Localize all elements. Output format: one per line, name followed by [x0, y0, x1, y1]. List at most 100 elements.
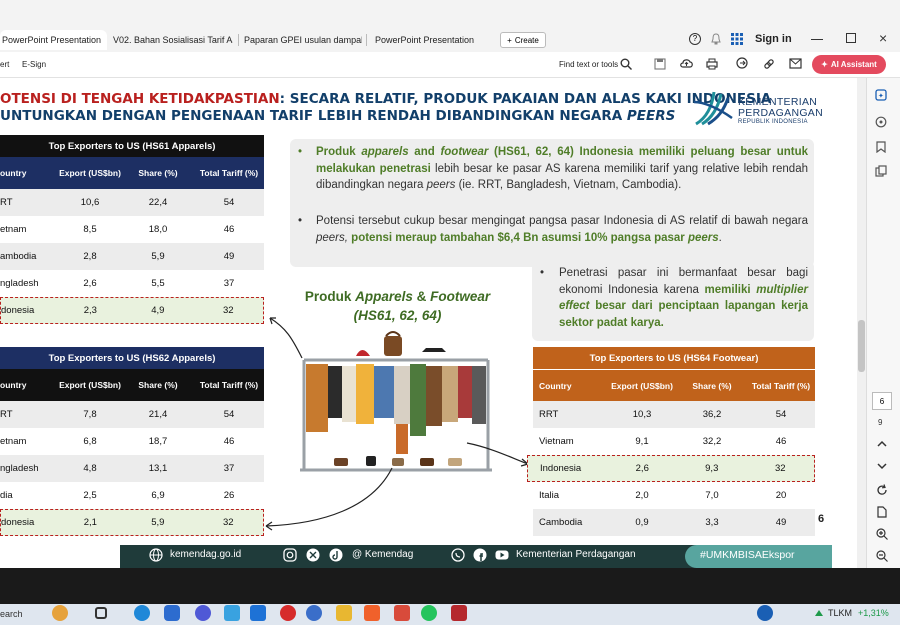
- app-icon[interactable]: [224, 605, 240, 621]
- table-row: ngladesh 4,8 13,1 37: [0, 455, 264, 482]
- col-tariff: Total Tariff (%): [199, 380, 259, 390]
- table-title: Top Exporters to US (HS64 Footwear): [533, 347, 815, 369]
- minimize-icon[interactable]: [811, 39, 823, 40]
- col-share: Share (%): [138, 380, 178, 390]
- table-title: Top Exporters to US (HS62 Apparels): [0, 347, 264, 369]
- bullet-3: • Penetrasi pasar ini bermanfaat besar b…: [540, 267, 808, 329]
- col-tariff: Total Tariff (%): [199, 168, 259, 178]
- cloud-upload-icon[interactable]: [680, 57, 693, 70]
- dropbox-icon[interactable]: [250, 605, 266, 621]
- mail-icon[interactable]: [789, 58, 802, 69]
- table-row: etnam 6,8 18,7 46: [0, 428, 264, 455]
- toolbar-insert-cut[interactable]: ert: [0, 60, 9, 69]
- search-mascot-icon: [52, 605, 68, 621]
- footer-hashtag: #UMKMBISAEkspor: [700, 549, 795, 561]
- tab-bahan-sosialisasi[interactable]: V02. Bahan Sosialisasi Tarif AS -...: [113, 30, 233, 50]
- refresh-icon[interactable]: [876, 484, 888, 496]
- footer-social-handle: @ Kemendag: [352, 549, 414, 560]
- zoom-out-icon[interactable]: [876, 550, 888, 562]
- ai-assistant-button[interactable]: ✦ AI Assistant: [812, 55, 886, 74]
- table-row: Vietnam 9,1 32,2 46: [533, 428, 815, 455]
- document-export-icon[interactable]: [876, 506, 888, 518]
- stock-up-arrow-icon: [815, 610, 823, 616]
- zoom-in-icon[interactable]: [876, 528, 888, 540]
- file-explorer-icon[interactable]: [336, 605, 352, 621]
- help-tray-icon[interactable]: [757, 605, 773, 621]
- table-row-highlight-indonesia: donesia 2,1 5,9 32: [0, 509, 264, 536]
- app-red-icon[interactable]: [451, 605, 467, 621]
- slide-title-line1: OTENSI DI TENGAH KETIDAKPASTIAN: SECARA …: [0, 91, 772, 107]
- table-title: Top Exporters to US (HS61 Apparels): [0, 135, 264, 157]
- facebook-icon: [473, 548, 487, 562]
- whatsapp-icon: [451, 548, 465, 562]
- task-view-icon[interactable]: [95, 607, 107, 619]
- link-icon[interactable]: [763, 58, 775, 70]
- slide-page: OTENSI DI TENGAH KETIDAKPASTIAN: SECARA …: [0, 78, 857, 568]
- help-icon[interactable]: ?: [689, 33, 701, 45]
- table-row: RT 7,8 21,4 54: [0, 401, 264, 428]
- kemendag-logo-text: KEMENTERIAN PERDAGANGAN REPUBLIK INDONES…: [738, 96, 823, 125]
- chevron-down-icon[interactable]: [876, 462, 888, 470]
- bullet-1: • Produk apparels and footwear (HS61, 62…: [298, 146, 808, 191]
- whatsapp-app-icon[interactable]: [421, 605, 437, 621]
- table-header-row: ountry Export (US$bn) Share (%) Total Ta…: [0, 369, 264, 401]
- save-icon[interactable]: [654, 58, 666, 70]
- opera-icon[interactable]: [280, 605, 296, 621]
- chevron-up-icon[interactable]: [876, 440, 888, 448]
- print-icon[interactable]: [706, 58, 718, 70]
- tab-paparan-gpei[interactable]: Paparan GPEI usulan dampak Tr...: [244, 30, 362, 50]
- bookmark-icon[interactable]: [875, 141, 887, 153]
- tab-powerpoint-presentation-active[interactable]: PowerPoint Presentation ×: [0, 30, 107, 50]
- footer-website: kemendag.go.id: [170, 549, 242, 560]
- ai-chat-icon[interactable]: ✦: [875, 89, 887, 101]
- table-row: RT 10,6 22,4 54: [0, 189, 264, 216]
- toolbar-esign[interactable]: E-Sign: [22, 60, 46, 69]
- tab-divider: [366, 34, 367, 46]
- chrome-profile-icon[interactable]: [195, 605, 211, 621]
- share-icon[interactable]: [736, 57, 749, 70]
- tab-label: V02. Bahan Sosialisasi Tarif AS -...: [113, 35, 233, 45]
- table-row: Cambodia 0,9 3,3 49: [533, 509, 815, 536]
- col-country: Country: [539, 380, 572, 391]
- create-button[interactable]: + Create: [500, 32, 546, 48]
- search-icon[interactable]: [620, 58, 632, 70]
- col-country: ountry: [0, 168, 27, 178]
- footer-ministry-name: Kementerian Perdagangan: [516, 549, 636, 560]
- table-row-highlight-indonesia: Indonesia 2,6 9,3 32: [527, 455, 815, 482]
- stock-ticker[interactable]: TLKM: [828, 608, 852, 618]
- table-hs62-apparels: Top Exporters to US (HS62 Apparels) ount…: [0, 347, 264, 536]
- edge-browser-icon[interactable]: [134, 605, 150, 621]
- page-number-input[interactable]: 6: [872, 392, 892, 410]
- col-export: Export (US$bn): [611, 380, 673, 391]
- tab-divider: [238, 34, 239, 46]
- scrollbar-thumb[interactable]: [858, 320, 865, 372]
- table-hs61-apparels: Top Exporters to US (HS61 Apparels) ount…: [0, 135, 264, 324]
- black-letterbox-band: [0, 568, 900, 604]
- pages-icon[interactable]: [875, 165, 887, 177]
- wps-office-icon[interactable]: [394, 605, 410, 621]
- table-row: ngladesh 2,6 5,5 37: [0, 270, 264, 297]
- col-tariff: Total Tariff (%): [751, 380, 811, 391]
- tab-powerpoint-presentation[interactable]: PowerPoint Presentation: [375, 30, 485, 50]
- sign-in-button[interactable]: Sign in: [755, 33, 792, 45]
- apps-grid-icon[interactable]: [731, 33, 743, 45]
- window-close-icon[interactable]: ×: [879, 30, 887, 46]
- zoom-app-icon[interactable]: [164, 605, 180, 621]
- slide-page-number: 6: [818, 513, 825, 525]
- brave-browser-icon[interactable]: [364, 605, 380, 621]
- taskbar-search-box[interactable]: earch: [0, 609, 23, 619]
- media-player-icon[interactable]: [306, 605, 322, 621]
- table-row: RRT 10,3 36,2 54: [533, 401, 815, 428]
- find-text-tools[interactable]: Find text or tools: [559, 60, 618, 69]
- x-twitter-icon: [306, 548, 320, 562]
- youtube-icon: [495, 550, 509, 560]
- plus-icon: +: [507, 35, 512, 45]
- comment-icon[interactable]: [875, 116, 887, 128]
- globe-icon: [149, 548, 163, 562]
- col-export: Export (US$bn): [59, 168, 121, 178]
- restore-icon[interactable]: [846, 33, 856, 43]
- svg-text:✦: ✦: [878, 92, 884, 100]
- bell-icon[interactable]: [710, 33, 722, 45]
- table-row: etnam 8,5 18,0 46: [0, 216, 264, 243]
- kemendag-logo-icon: [693, 91, 733, 126]
